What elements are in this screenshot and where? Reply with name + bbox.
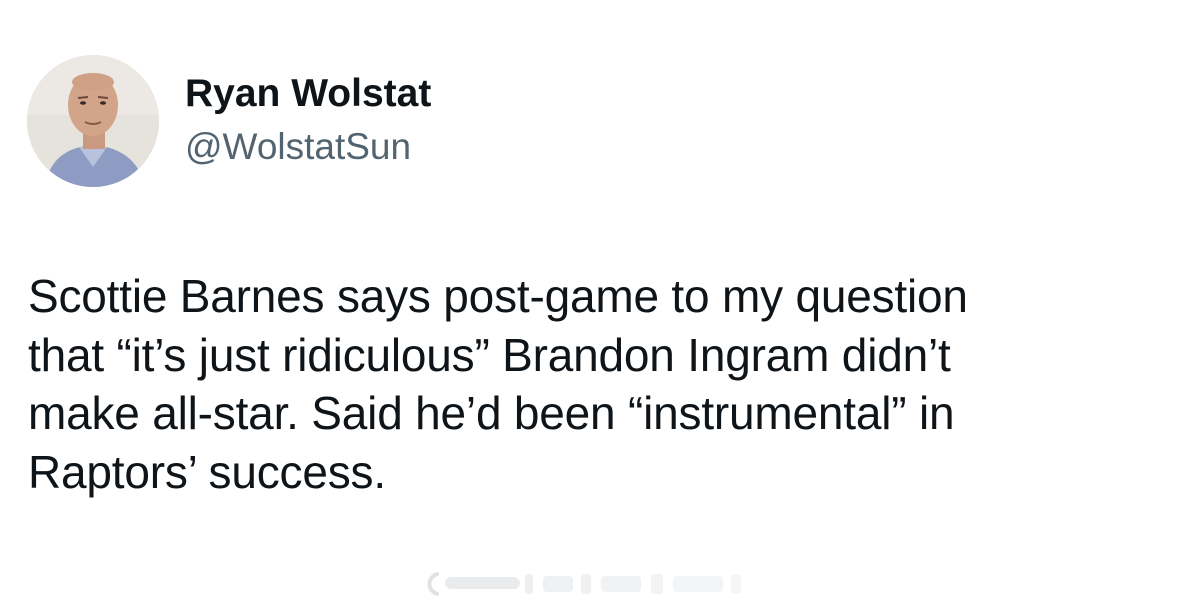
author-display-name[interactable]: Ryan Wolstat xyxy=(185,70,431,118)
avatar-photo xyxy=(27,55,159,187)
author-avatar[interactable] xyxy=(27,55,159,187)
watermark-logo xyxy=(425,568,755,598)
tweet-text-line: make all-star. Said he’d been “instrumen… xyxy=(28,387,955,439)
tweet-text-line: Raptors’ success. xyxy=(28,445,386,498)
tweet-card: Ryan Wolstat @WolstatSun Scottie Barnes … xyxy=(0,0,1179,609)
tweet-text-line: that “it’s just ridiculous” Brandon Ingr… xyxy=(28,328,951,381)
tweet-text: Scottie Barnes says post-game to my ques… xyxy=(28,267,1148,501)
author-handle[interactable]: @WolstatSun xyxy=(185,124,411,170)
tweet-text-line: Scottie Barnes says post-game to my ques… xyxy=(28,270,968,322)
